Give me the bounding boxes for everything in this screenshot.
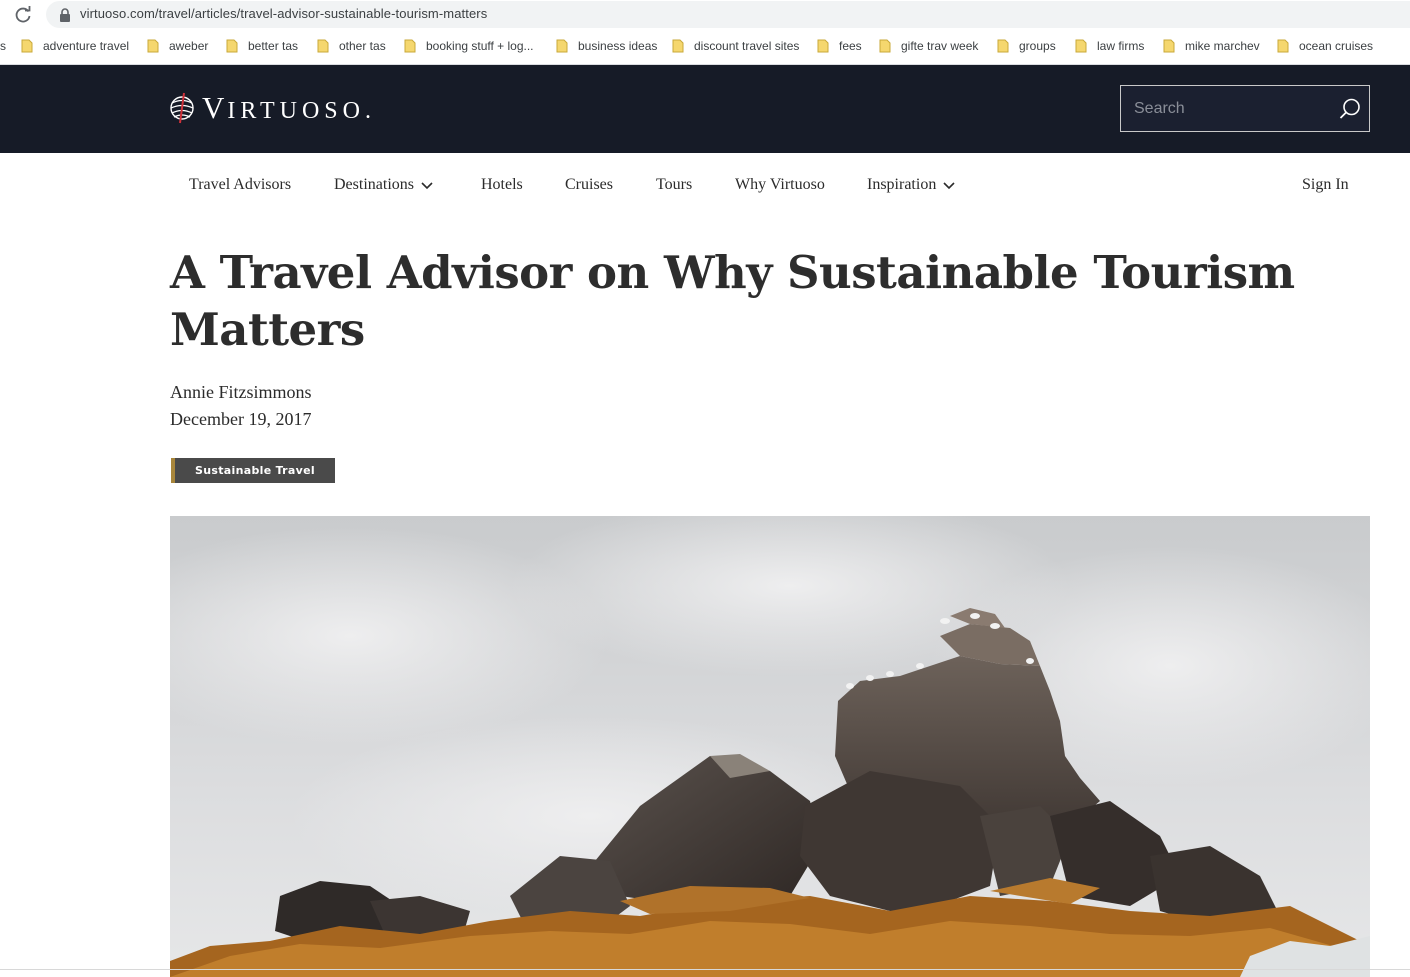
logo-dot: .	[364, 98, 376, 124]
bookmark-label: adventure travel	[43, 39, 130, 53]
bookmark-folder[interactable]: ocean cruises	[1277, 38, 1373, 54]
nav-label: Travel Advisors	[189, 176, 292, 193]
nav-label: Why Virtuoso	[735, 176, 825, 193]
hero-rocks-illustration	[170, 516, 1370, 977]
category-tag[interactable]: Sustainable Travel	[171, 458, 335, 483]
virtuoso-logo[interactable]: VIRTUOSO.	[170, 90, 376, 126]
bookmark-label: discount travel sites	[694, 39, 800, 53]
article-date: December 19, 2017	[170, 409, 312, 429]
folder-icon	[226, 39, 238, 53]
bookmark-folder[interactable]: law firms	[1075, 38, 1144, 54]
bookmark-folder[interactable]: other tas	[317, 38, 386, 54]
nav-tours[interactable]: Tours	[656, 176, 692, 194]
address-row: virtuoso.com/travel/articles/travel-advi…	[0, 0, 1410, 30]
folder-icon	[1277, 39, 1289, 53]
lock-icon[interactable]	[58, 7, 72, 23]
folder-icon	[1163, 39, 1175, 53]
folder-icon	[997, 39, 1009, 53]
reload-icon[interactable]	[12, 4, 34, 26]
sign-in-label: Sign In	[1302, 176, 1349, 193]
folder-icon	[404, 39, 416, 53]
bookmarks-bar: s adventure travel aweber better tas oth…	[0, 32, 1410, 60]
chevron-down-icon	[943, 182, 955, 190]
bookmark-label: other tas	[339, 39, 386, 53]
bookmark-edge-text[interactable]: s	[0, 39, 6, 53]
logo-initial: V	[202, 90, 228, 125]
nav-hotels[interactable]: Hotels	[481, 176, 523, 194]
logo-rest: IRTUOSO	[227, 98, 365, 124]
hero-image	[170, 516, 1370, 977]
nav-label: Destinations	[334, 176, 414, 193]
bookmark-label: fees	[839, 39, 862, 53]
nav-label: Tours	[656, 176, 693, 193]
bookmark-label: law firms	[1097, 39, 1145, 53]
chevron-down-icon	[421, 182, 433, 190]
folder-icon	[817, 39, 829, 53]
folder-icon	[21, 39, 33, 53]
bookmark-folder[interactable]: fees	[817, 38, 862, 54]
bookmark-label: ocean cruises	[1299, 39, 1374, 53]
bookmark-label: booking stuff + log...	[426, 39, 534, 53]
bookmark-label: aweber	[169, 39, 209, 53]
bookmark-folder[interactable]: better tas	[226, 38, 298, 54]
nav-travel-advisors[interactable]: Travel Advisors	[189, 176, 291, 194]
bookmark-folder[interactable]: adventure travel	[21, 38, 129, 54]
sign-in-link[interactable]: Sign In	[1302, 176, 1349, 194]
bookmark-folder[interactable]: discount travel sites	[672, 38, 799, 54]
bookmark-label: better tas	[248, 39, 299, 53]
folder-icon	[879, 39, 891, 53]
bookmark-folder[interactable]: business ideas	[556, 38, 657, 54]
bookmark-folder[interactable]: gifte trav week	[879, 38, 978, 54]
article-author[interactable]: Annie Fitzsimmons	[170, 382, 312, 403]
folder-icon	[317, 39, 329, 53]
bookmark-label: business ideas	[578, 39, 658, 53]
bookmark-folder[interactable]: booking stuff + log...	[404, 38, 534, 54]
nav-label: Hotels	[481, 176, 523, 193]
search-input[interactable]	[1121, 86, 1331, 131]
page-bottom-divider	[0, 969, 1410, 970]
folder-icon	[556, 39, 568, 53]
bookmark-folder[interactable]: mike marchev	[1163, 38, 1260, 54]
nav-why-virtuoso[interactable]: Why Virtuoso	[735, 176, 825, 194]
main-nav: Travel Advisors Destinations Hotels Crui…	[0, 153, 1410, 217]
nav-label: Inspiration	[867, 176, 937, 193]
article-title: A Travel Advisor on Why Sustainable Tour…	[170, 246, 1295, 356]
search-box	[1120, 85, 1370, 132]
nav-cruises[interactable]: Cruises	[565, 176, 613, 194]
search-icon[interactable]	[1339, 98, 1361, 120]
nav-label: Cruises	[565, 176, 613, 193]
nav-destinations[interactable]: Destinations	[334, 176, 433, 194]
site-header: VIRTUOSO.	[0, 65, 1410, 153]
folder-icon	[1075, 39, 1087, 53]
browser-chrome: virtuoso.com/travel/articles/travel-advi…	[0, 0, 1410, 65]
bookmark-label: gifte trav week	[901, 39, 979, 53]
folder-icon	[147, 39, 159, 53]
bookmark-folder[interactable]: aweber	[147, 38, 208, 54]
logo-wordmark: VIRTUOSO.	[202, 90, 376, 126]
bookmark-label: mike marchev	[1185, 39, 1260, 53]
bookmark-folder[interactable]: groups	[997, 38, 1056, 54]
bookmark-label: groups	[1019, 39, 1056, 53]
folder-icon	[672, 39, 684, 53]
url-text[interactable]: virtuoso.com/travel/articles/travel-advi…	[80, 6, 487, 21]
globe-logo-icon	[170, 92, 194, 124]
nav-inspiration[interactable]: Inspiration	[867, 176, 955, 194]
